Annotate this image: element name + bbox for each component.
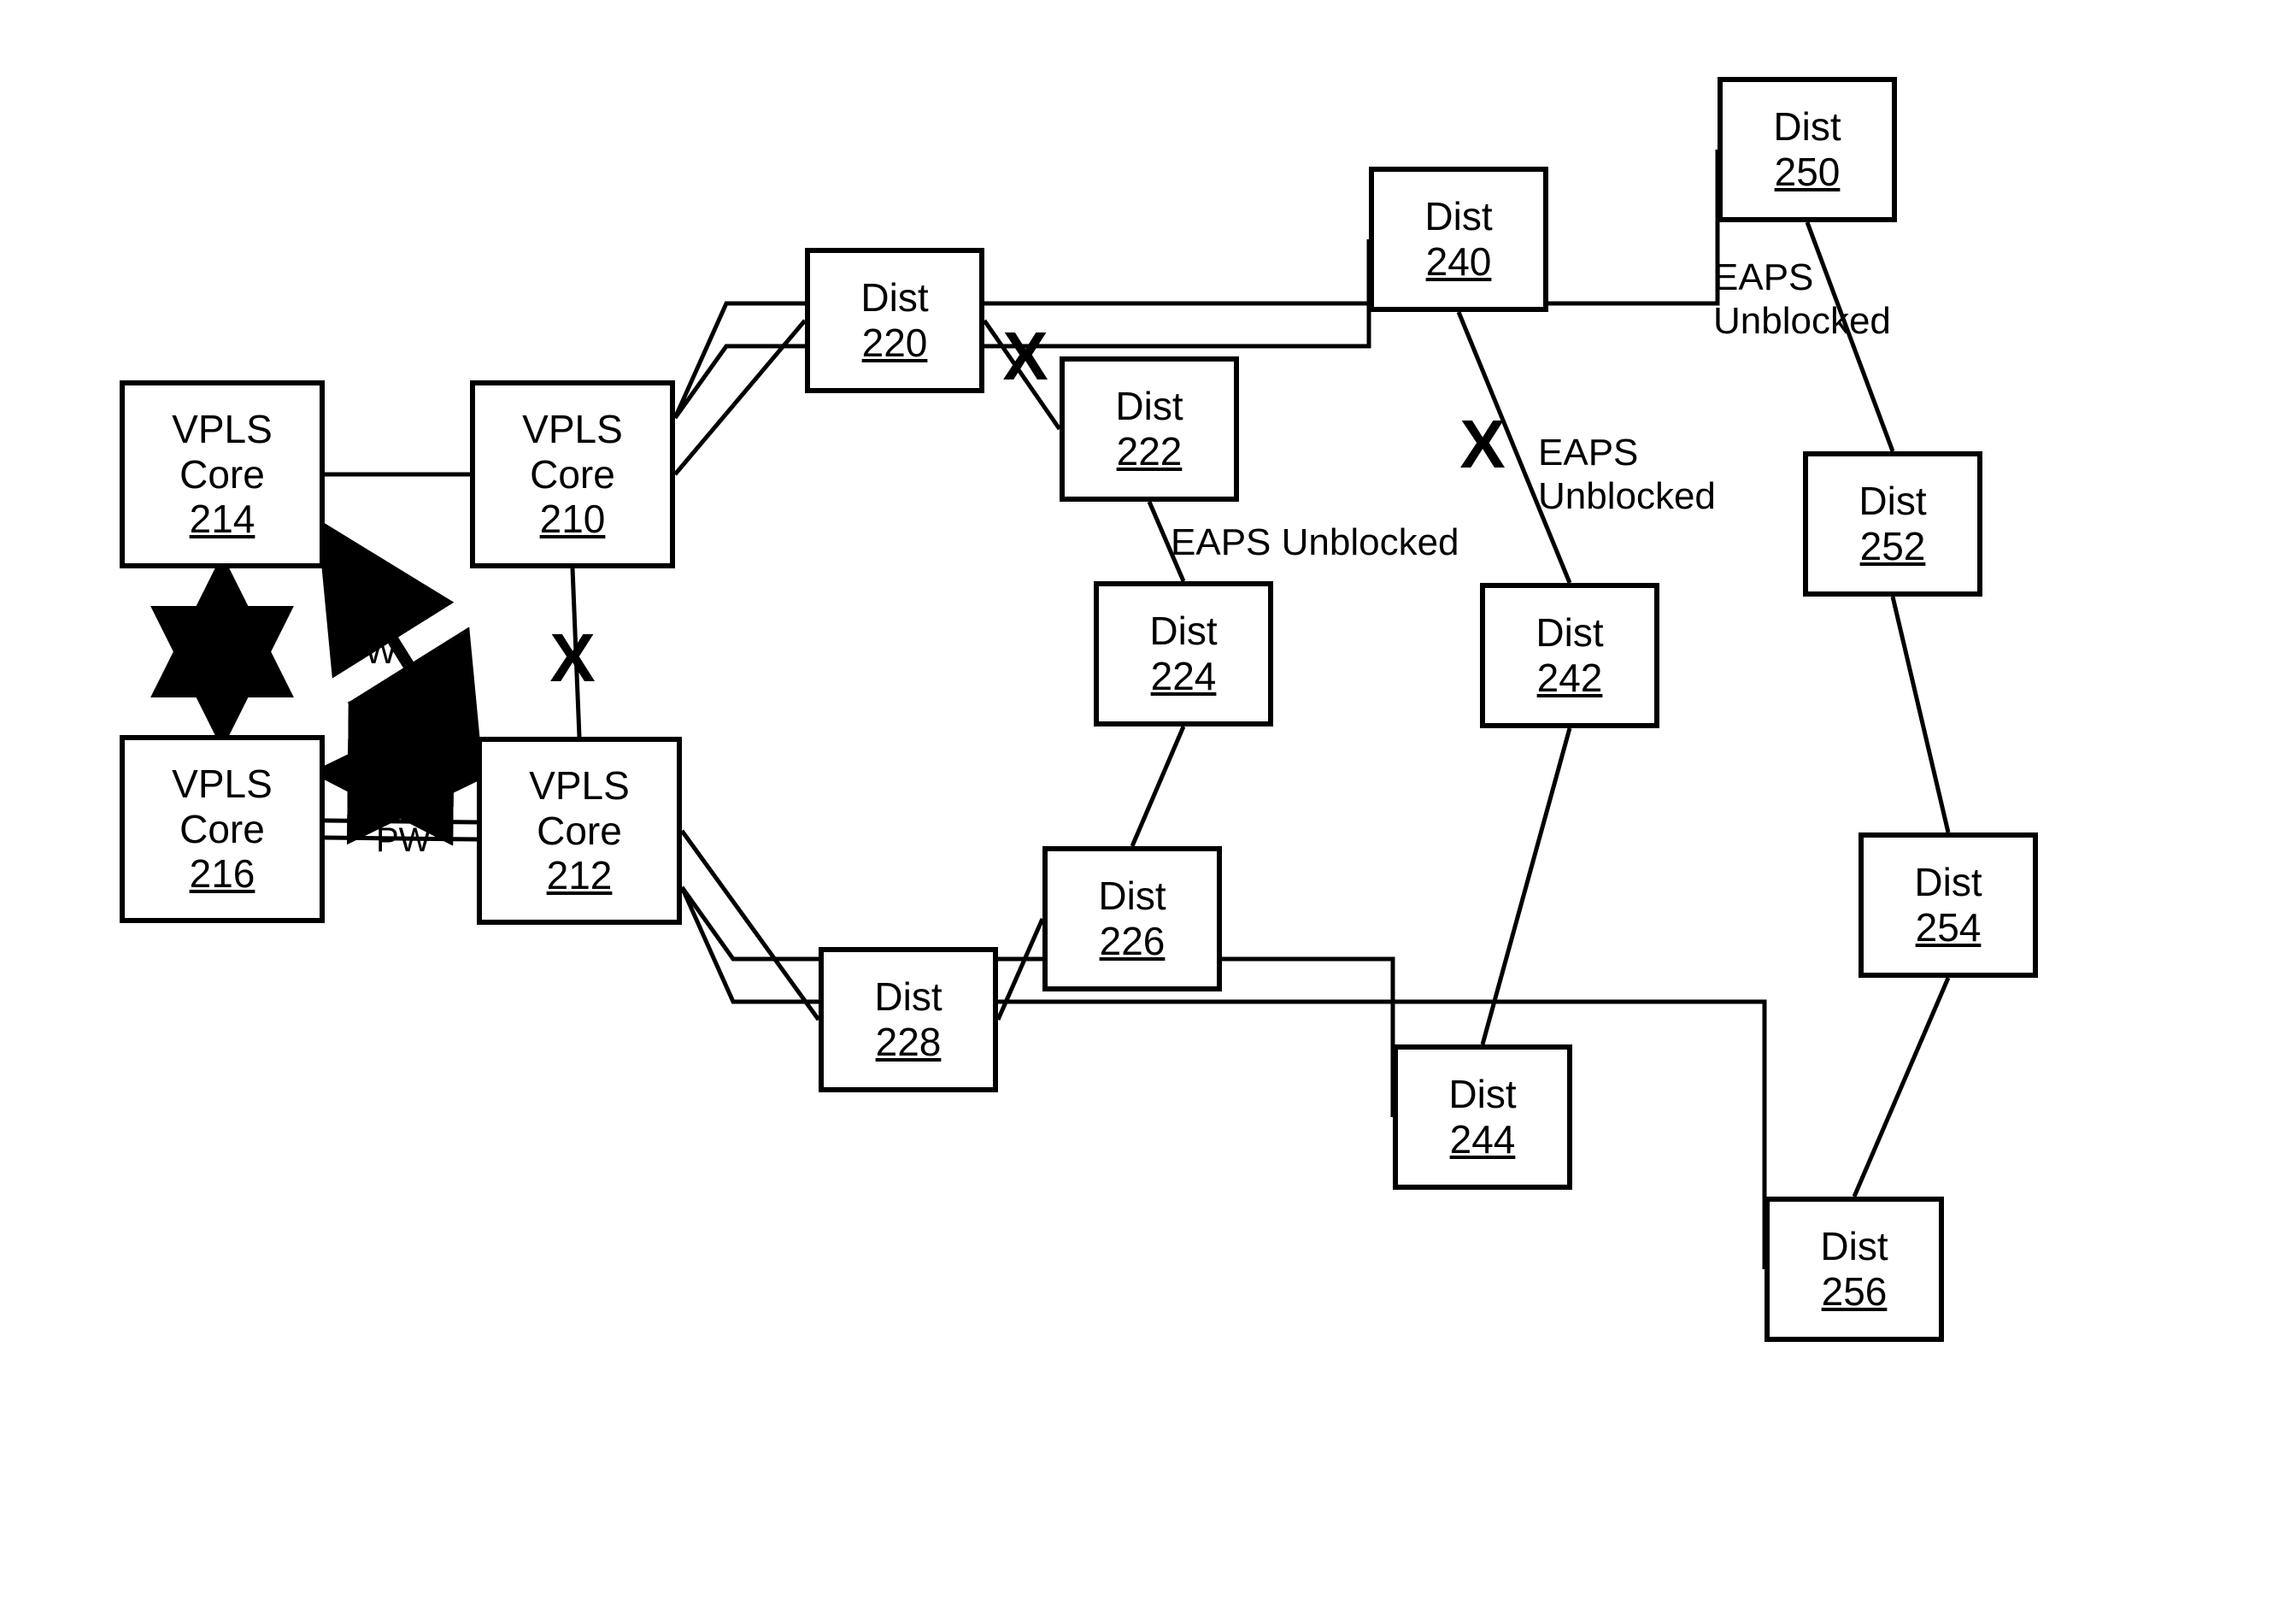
blocked-x-icon: X — [1002, 317, 1048, 396]
node-254: Dist254 — [1859, 832, 2038, 978]
node-id: 226 — [1100, 919, 1166, 964]
diagram-canvas: VPLS Core214VPLS Core210VPLS Core216VPLS… — [0, 0, 2296, 1606]
node-label: Dist — [874, 974, 942, 1020]
node-label: Dist — [1914, 860, 1982, 905]
node-label: Dist — [860, 275, 928, 321]
eaps-unblocked-label: EAPS Unblocked — [1171, 521, 1459, 565]
node-212: VPLS Core212 — [477, 737, 682, 925]
node-label: Dist — [1773, 104, 1841, 150]
pw-label: PW — [376, 821, 431, 860]
node-id: 214 — [190, 497, 255, 542]
node-label: Dist — [1424, 194, 1492, 239]
node-id: 212 — [547, 853, 613, 898]
node-id: 224 — [1151, 654, 1217, 699]
node-244: Dist244 — [1393, 1044, 1572, 1190]
node-214: VPLS Core214 — [120, 380, 325, 568]
node-id: 222 — [1117, 429, 1183, 474]
node-label: VPLS Core — [172, 407, 273, 497]
node-256: Dist256 — [1765, 1197, 1944, 1342]
node-label: VPLS Core — [529, 763, 630, 854]
node-id: 242 — [1537, 656, 1603, 701]
node-226: Dist226 — [1042, 846, 1222, 991]
node-250: Dist250 — [1718, 77, 1897, 222]
blocked-x-icon: X — [549, 619, 595, 697]
node-label: Dist — [1448, 1072, 1516, 1117]
node-id: 210 — [540, 497, 606, 542]
node-id: 254 — [1916, 905, 1982, 950]
pw-label: PW — [342, 632, 396, 672]
node-242: Dist242 — [1480, 583, 1659, 728]
node-224: Dist224 — [1094, 581, 1273, 727]
node-label: VPLS Core — [172, 762, 273, 852]
node-228: Dist228 — [819, 947, 998, 1092]
node-label: Dist — [1536, 610, 1603, 656]
node-id: 252 — [1860, 524, 1926, 569]
node-label: Dist — [1149, 609, 1217, 654]
node-id: 240 — [1426, 239, 1492, 285]
node-id: 220 — [862, 321, 928, 366]
node-240: Dist240 — [1369, 167, 1548, 312]
node-label: Dist — [1115, 384, 1183, 429]
node-216: VPLS Core216 — [120, 735, 325, 923]
node-252: Dist252 — [1803, 451, 1982, 597]
wires-layer — [0, 0, 2296, 1606]
node-label: Dist — [1098, 874, 1166, 919]
node-label: VPLS Core — [522, 407, 623, 497]
node-222: Dist222 — [1060, 356, 1239, 502]
pw-label: PW — [205, 654, 260, 693]
node-id: 250 — [1775, 150, 1841, 195]
node-210: VPLS Core210 — [470, 380, 675, 568]
node-id: 228 — [876, 1020, 942, 1065]
eaps-unblocked-label: EAPS Unblocked — [1713, 256, 1891, 343]
node-label: Dist — [1820, 1224, 1888, 1269]
node-id: 244 — [1450, 1117, 1516, 1162]
node-label: Dist — [1859, 479, 1926, 524]
node-id: 216 — [190, 851, 255, 897]
eaps-unblocked-label: EAPS Unblocked — [1538, 432, 1716, 518]
blocked-x-icon: X — [1459, 405, 1505, 484]
node-id: 256 — [1822, 1269, 1888, 1315]
node-220: Dist220 — [805, 248, 984, 393]
